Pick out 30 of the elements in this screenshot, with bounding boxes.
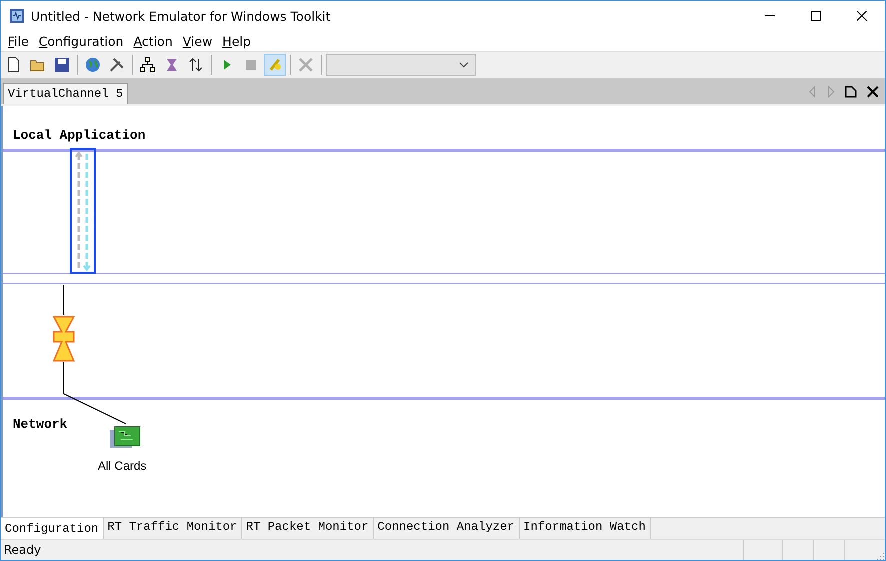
hourglass-icon bbox=[164, 57, 180, 73]
close-icon[interactable] bbox=[867, 86, 879, 98]
window-title: Untitled - Network Emulator for Windows Toolkit bbox=[31, 8, 331, 24]
menu-item[interactable]: File bbox=[3, 34, 34, 48]
connector-line bbox=[63, 285, 65, 315]
menu-item[interactable]: Configuration bbox=[34, 34, 129, 48]
globe-icon bbox=[85, 57, 101, 73]
dropdown-icon bbox=[459, 62, 469, 68]
tools-icon bbox=[109, 57, 125, 73]
node-label: All Cards bbox=[98, 459, 147, 473]
view-tab[interactable]: Configuration bbox=[1, 518, 104, 539]
new-document-icon[interactable] bbox=[845, 86, 857, 98]
topology-icon bbox=[140, 57, 156, 73]
lane-label: Network bbox=[13, 417, 68, 432]
channel-link-drawing[interactable] bbox=[70, 148, 96, 274]
save-icon bbox=[54, 57, 70, 73]
app-icon bbox=[9, 8, 25, 24]
menu-item[interactable]: Action bbox=[128, 34, 178, 48]
network-card-icon[interactable] bbox=[109, 426, 141, 450]
lane-label: Local Application bbox=[13, 128, 146, 143]
resize-grip-icon[interactable] bbox=[875, 550, 885, 560]
emulator-node-icon[interactable] bbox=[52, 316, 76, 362]
menu-item[interactable]: View bbox=[178, 34, 218, 48]
new-icon bbox=[6, 57, 22, 73]
menu-item[interactable]: Help bbox=[218, 34, 256, 48]
stop-icon bbox=[243, 57, 259, 73]
document-tab[interactable]: VirtualChannel 5 bbox=[3, 83, 128, 104]
delete-icon bbox=[298, 57, 314, 73]
status-text: Ready bbox=[3, 543, 42, 557]
updown-icon bbox=[188, 57, 204, 73]
